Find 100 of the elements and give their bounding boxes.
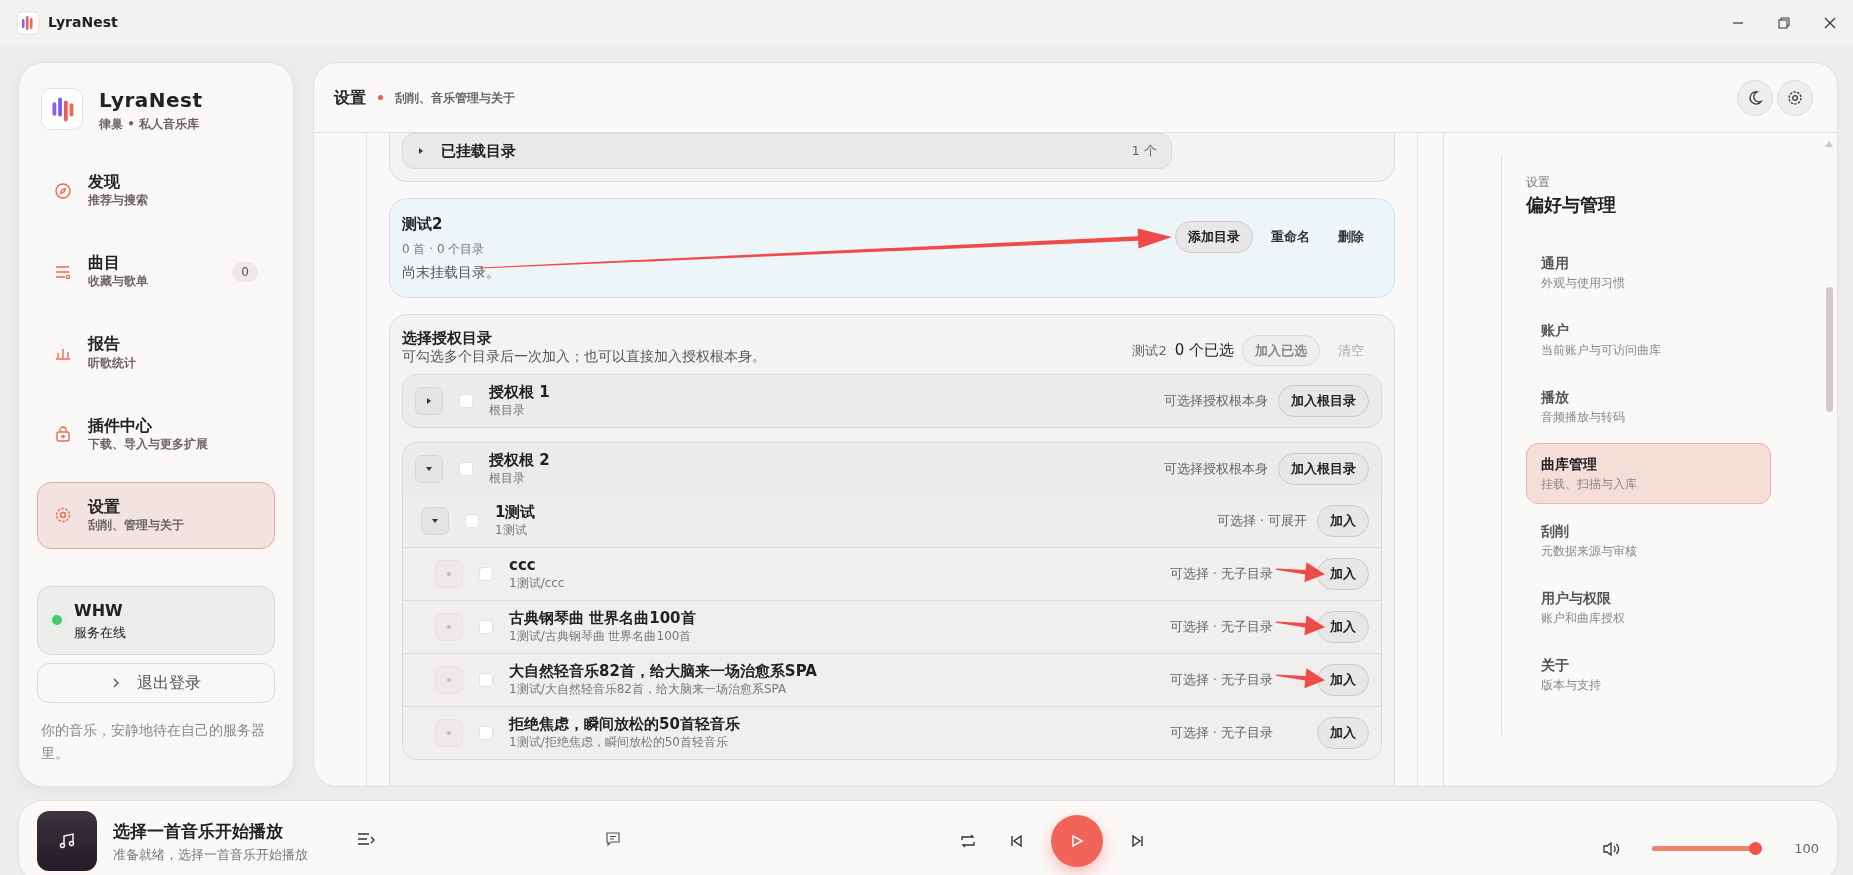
nav-item-label: 报告 xyxy=(88,334,121,354)
directory-name: 授权根 1 xyxy=(489,383,550,402)
add-button[interactable]: 加入 xyxy=(1317,558,1369,590)
empty-message: 尚末挂载目录。 xyxy=(402,262,500,282)
directory-status: 可选择授权根本身 xyxy=(1164,460,1268,479)
nav-item[interactable]: 发现 推荐与搜索 xyxy=(37,157,275,225)
nav-item-subtitle: 刮削、管理与关于 xyxy=(88,516,184,534)
scrollbar-thumb[interactable] xyxy=(1825,287,1833,413)
separator-dot xyxy=(378,95,383,101)
volume-slider[interactable] xyxy=(1652,842,1763,856)
nav-item-subtitle: 推荐与搜索 xyxy=(88,192,148,210)
moon-icon xyxy=(1747,89,1763,106)
section-title: 选择授权目录 xyxy=(402,327,493,349)
nav-item-label: 插件中心 xyxy=(88,415,153,435)
directory-path: 1测试/大自然轻音乐82首，给大脑来一场治愈系SPA xyxy=(509,681,788,699)
settings-icon xyxy=(1787,89,1803,106)
settings-nav-item[interactable]: 关于 版本与支持 xyxy=(1526,644,1771,706)
directory-path: 根目录 xyxy=(489,470,526,488)
settings-nav-item[interactable]: 刮削 元数据来源与审核 xyxy=(1526,510,1771,572)
caret-right-icon xyxy=(425,397,433,406)
settings-icon xyxy=(54,506,72,525)
add-button[interactable]: 加入 xyxy=(1317,505,1369,537)
settings-nav-label: 用户与权限 xyxy=(1541,589,1612,609)
settings-nav-label: 曲库管理 xyxy=(1541,455,1598,475)
add-button[interactable]: 加入 xyxy=(1317,664,1369,696)
add-root-button[interactable]: 加入根目录 xyxy=(1278,385,1369,417)
checkbox[interactable] xyxy=(479,567,493,582)
directory-path: 根目录 xyxy=(489,402,526,420)
nav-eyebrow: 设置 xyxy=(1526,174,1551,192)
close-icon xyxy=(1824,16,1836,29)
play-icon xyxy=(1070,834,1084,848)
previous-icon xyxy=(1009,834,1023,848)
checkbox[interactable] xyxy=(465,514,479,529)
page-subtitle: 刮削、音乐管理与关于 xyxy=(395,89,515,107)
directory-path: 1测试/古典钢琴曲 世界名曲100首 xyxy=(509,628,693,646)
nav-item[interactable]: 报告 听歌统计 xyxy=(37,319,275,387)
settings-nav-item[interactable]: 账户 当前账户与可访问曲库 xyxy=(1526,309,1771,371)
mounted-directories-toggle[interactable]: 已挂载目录 1 个 xyxy=(402,133,1172,170)
settings-nav-subtitle: 音频播放与转码 xyxy=(1541,409,1626,427)
nav-item[interactable]: 插件中心 下载、导入与更多扩展 xyxy=(37,400,275,468)
volume-icon[interactable] xyxy=(1602,840,1621,857)
checkbox[interactable] xyxy=(479,726,493,741)
directory-name: 授权根 2 xyxy=(489,451,550,470)
settings-nav-item[interactable]: 曲库管理 挂载、扫描与入库 xyxy=(1526,443,1771,505)
logout-button[interactable]: 退出登录 xyxy=(37,663,275,704)
directory-name: 古典钢琴曲 世界名曲100首 xyxy=(509,609,696,628)
scroll-up-icon[interactable] xyxy=(1825,141,1833,148)
server-name: WHW xyxy=(74,599,124,622)
restore-icon xyxy=(1778,16,1790,29)
add-button[interactable]: 加入 xyxy=(1317,717,1369,749)
nav-item[interactable]: 设置 刮削、管理与关于 xyxy=(37,481,275,549)
nav-item-subtitle: 下载、导入与更多扩展 xyxy=(88,435,208,453)
queue-icon xyxy=(357,831,375,847)
brand-name: LyraNest xyxy=(99,87,203,114)
checkbox[interactable] xyxy=(459,462,473,477)
window-title: LyraNest xyxy=(48,13,118,32)
directory-path: 1测试/ccc xyxy=(509,575,565,593)
settings-nav-subtitle: 当前账户与可访问曲库 xyxy=(1541,342,1662,360)
next-icon xyxy=(1131,834,1145,848)
play-button[interactable] xyxy=(1051,815,1103,867)
checkbox[interactable] xyxy=(479,673,493,688)
app-logo-icon xyxy=(41,88,83,130)
server-status: 服务在线 xyxy=(74,623,126,642)
expand-toggle[interactable] xyxy=(415,455,443,484)
volume-value: 100 xyxy=(1794,840,1819,858)
directory-status: 可选择 · 无子目录 xyxy=(1169,565,1273,584)
settings-nav-subtitle: 版本与支持 xyxy=(1541,677,1602,695)
add-root-button[interactable]: 加入根目录 xyxy=(1278,453,1369,485)
checkbox[interactable] xyxy=(459,394,473,409)
checkbox[interactable] xyxy=(479,620,493,635)
directory-name: 1测试 xyxy=(495,503,536,522)
add-directory-button[interactable]: 添加目录 xyxy=(1175,221,1253,253)
repeat-icon xyxy=(959,832,977,850)
comment-icon xyxy=(605,831,621,847)
volume-thumb[interactable] xyxy=(1749,842,1763,856)
target-library: 测试2 xyxy=(1132,341,1167,360)
settings-nav-label: 账户 xyxy=(1541,321,1570,341)
brand-tagline: 律巢 • 私人音乐库 xyxy=(99,116,201,133)
rename-button[interactable]: 重命名 xyxy=(1261,222,1320,252)
theme-toggle-button[interactable] xyxy=(1737,79,1773,116)
caret-right-icon xyxy=(417,147,425,156)
plugin-icon xyxy=(54,425,72,444)
dot-icon xyxy=(447,572,451,577)
chevron-right-icon xyxy=(111,677,121,690)
settings-nav-subtitle: 元数据来源与审核 xyxy=(1541,543,1638,561)
expand-toggle[interactable] xyxy=(421,507,449,536)
expand-toggle[interactable] xyxy=(415,387,443,416)
nav-item[interactable]: 曲目 收藏与歌单 0 xyxy=(37,238,275,306)
add-button[interactable]: 加入 xyxy=(1317,611,1369,643)
settings-button[interactable] xyxy=(1777,79,1813,116)
directory-status: 可选择 · 可展开 xyxy=(1216,512,1307,531)
settings-nav-item[interactable]: 用户与权限 账户和曲库授权 xyxy=(1526,577,1771,639)
settings-nav-item[interactable]: 播放 音频播放与转码 xyxy=(1526,376,1771,438)
nav-item-subtitle: 听歌统计 xyxy=(88,354,136,372)
nav-item-label: 曲目 xyxy=(88,253,121,273)
delete-button[interactable]: 删除 xyxy=(1328,222,1374,252)
settings-nav-item[interactable]: 通用 外观与使用习惯 xyxy=(1526,242,1771,304)
directory-name: 大自然轻音乐82首，给大脑来一场治愈系SPA xyxy=(509,662,817,681)
section-hint: 可勾选多个目录后一次加入；也可以直接加入授权根本身。 xyxy=(402,349,766,365)
directory-path: 1测试 xyxy=(495,522,528,540)
